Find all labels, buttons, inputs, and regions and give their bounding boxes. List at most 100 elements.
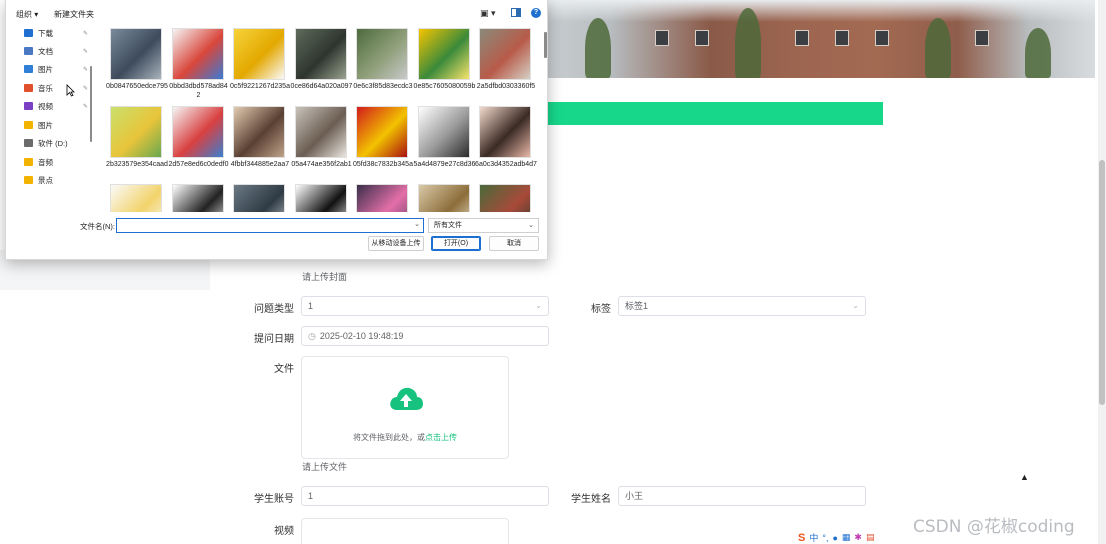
student-name-input[interactable]: 小王 bbox=[618, 486, 866, 506]
chevron-down-icon[interactable]: ⌄ bbox=[414, 220, 420, 228]
file-tile[interactable]: 5a4d4879e27c8d36 bbox=[414, 104, 476, 180]
file-thumbnail bbox=[110, 28, 162, 80]
nav-item[interactable]: 软件 (D:) bbox=[24, 136, 90, 150]
file-tile[interactable]: 2b323579e354caad bbox=[106, 104, 168, 180]
file-thumbnail bbox=[171, 184, 224, 212]
page: 请上传封面 问题类型 1 ⌄ 标签 标签1 ⌄ 提问日期 ◷ 2025-02-10… bbox=[0, 0, 1106, 544]
grid-scrollbar[interactable] bbox=[544, 32, 547, 58]
filename-input[interactable]: ⌄ bbox=[116, 218, 424, 233]
file-tile[interactable]: 6a0c3d4352adb4d7 bbox=[475, 104, 537, 180]
file-tile[interactable]: 4fbbf344885e2aa7 bbox=[229, 104, 291, 180]
file-tile[interactable] bbox=[229, 182, 291, 212]
file-name: 0e85c7605080059b bbox=[413, 83, 476, 90]
nav-item[interactable]: 文档 ✎ bbox=[24, 44, 90, 58]
tag-label: 标签 bbox=[591, 304, 611, 315]
file-thumbnail bbox=[233, 106, 285, 158]
view-options-button[interactable]: ▣ ▾ bbox=[480, 8, 496, 19]
nav-item-label: 文档 bbox=[38, 46, 53, 56]
file-name: 0c5f9221267d235a bbox=[230, 83, 290, 90]
file-tile[interactable]: 2d57e8ed6c0dedf0 bbox=[168, 104, 230, 180]
file-tile[interactable]: 0b0847650edce795 bbox=[106, 26, 168, 102]
file-thumbnail bbox=[479, 106, 531, 158]
nav-item[interactable]: 图片 bbox=[24, 118, 90, 132]
ime-skin-icon[interactable]: ✱ bbox=[854, 532, 862, 543]
file-tile[interactable]: 05fd38c7832b345a bbox=[352, 104, 414, 180]
nav-item-label: 音乐 bbox=[38, 83, 53, 93]
cancel-button[interactable]: 取消 bbox=[489, 236, 539, 251]
file-tile[interactable]: 0ce86d64a020a097 bbox=[291, 26, 353, 102]
file-tile[interactable]: 2a5dfbd0303360f5 bbox=[475, 26, 537, 102]
question-type-value: 1 bbox=[308, 301, 314, 311]
nav-item[interactable]: 音频 bbox=[24, 155, 90, 169]
nav-item[interactable]: 视频 ✎ bbox=[24, 99, 90, 113]
nav-scrollbar[interactable] bbox=[90, 66, 92, 142]
nav-item-label: 视频 bbox=[38, 101, 53, 111]
file-name: 5a4d4879e27c8d36 bbox=[413, 161, 476, 168]
file-name: 0bbd3dbd578ad842 bbox=[169, 83, 228, 99]
nav-item[interactable]: 景点 bbox=[24, 173, 90, 187]
ime-language[interactable]: 中 bbox=[809, 531, 818, 544]
upload-instructions: 将文件拖到此处，或点击上传 bbox=[353, 433, 457, 442]
student-account-label: 学生账号 bbox=[254, 494, 294, 505]
file-tile[interactable]: 05a474ae356f2ab1 bbox=[291, 104, 353, 180]
chevron-down-icon: ⌄ bbox=[535, 301, 542, 310]
upload-from-mobile-button[interactable]: 从移动设备上传 bbox=[368, 236, 424, 251]
file-tile[interactable] bbox=[475, 182, 537, 212]
file-type-value: 所有文件 bbox=[434, 222, 462, 229]
file-tile[interactable] bbox=[352, 182, 414, 212]
file-tile[interactable]: 0e6c3f85d83ecdc3 bbox=[352, 26, 414, 102]
ime-toolbar[interactable]: S 中 °, ● ▦ ✱ ▤ bbox=[798, 531, 916, 544]
file-thumbnail bbox=[233, 28, 285, 80]
file-tile[interactable] bbox=[414, 182, 476, 212]
ime-logo-icon[interactable]: S bbox=[798, 532, 805, 544]
scrollbar-thumb[interactable] bbox=[1099, 160, 1105, 405]
file-tile[interactable]: 0e85c7605080059b bbox=[414, 26, 476, 102]
file-thumbnail bbox=[356, 184, 408, 212]
file-thumbnail bbox=[294, 184, 347, 212]
file-thumbnail bbox=[233, 184, 285, 212]
file-name: 2d57e8ed6c0dedf0 bbox=[168, 161, 229, 168]
file-upload-dropzone[interactable]: 将文件拖到此处，或点击上传 bbox=[301, 356, 509, 459]
organize-menu[interactable]: 组织 ▾ bbox=[16, 9, 38, 20]
video-icon bbox=[24, 102, 33, 110]
help-icon[interactable]: ? bbox=[531, 8, 541, 18]
preview-pane-icon[interactable] bbox=[511, 8, 521, 17]
download-icon bbox=[24, 29, 33, 37]
pin-icon: ✎ bbox=[82, 66, 88, 73]
file-open-dialog: 组织 ▾ 新建文件夹 ▣ ▾ ? 下载 ✎ 文档 ✎ 图片 ✎ 音乐 ✎ 视频 ✎ 图片 软件 (D:… bbox=[5, 0, 548, 260]
tag-select[interactable]: 标签1 ⌄ bbox=[618, 296, 866, 316]
file-thumbnail bbox=[356, 106, 408, 158]
file-name: 05fd38c7832b345a bbox=[353, 161, 413, 168]
dialog-toolbar: 组织 ▾ 新建文件夹 ▣ ▾ ? bbox=[6, 0, 547, 26]
new-folder-button[interactable]: 新建文件夹 bbox=[54, 9, 94, 20]
file-tile[interactable] bbox=[106, 182, 168, 212]
open-button[interactable]: 打开(O) bbox=[431, 236, 481, 251]
student-account-input[interactable]: 1 bbox=[301, 486, 549, 506]
ime-keyboard-icon[interactable]: ▦ bbox=[842, 532, 851, 543]
file-tile[interactable]: 0bbd3dbd578ad842 bbox=[168, 26, 230, 102]
file-type-select[interactable]: 所有文件 ⌄ bbox=[428, 218, 539, 233]
video-upload-dropzone[interactable] bbox=[301, 518, 509, 544]
video-label: 视频 bbox=[274, 526, 294, 537]
ime-mic-icon[interactable]: ● bbox=[832, 533, 837, 543]
file-tile[interactable] bbox=[168, 182, 230, 212]
nav-item[interactable]: 图片 ✎ bbox=[24, 62, 90, 76]
file-tile[interactable]: 0c5f9221267d235a bbox=[229, 26, 291, 102]
student-name-value: 小王 bbox=[625, 491, 644, 501]
nav-item[interactable]: 下载 ✎ bbox=[24, 26, 90, 40]
back-to-top-icon[interactable]: ▲ bbox=[1020, 472, 1029, 482]
click-upload-link[interactable]: 点击上传 bbox=[425, 433, 457, 442]
file-tile[interactable] bbox=[291, 182, 353, 212]
filename-label: 文件名(N): bbox=[80, 222, 115, 231]
ime-punct-icon[interactable]: °, bbox=[822, 533, 828, 543]
file-name: 05a474ae356f2ab1 bbox=[291, 161, 352, 168]
question-date-picker[interactable]: ◷ 2025-02-10 19:48:19 bbox=[301, 326, 549, 346]
question-type-select[interactable]: 1 ⌄ bbox=[301, 296, 549, 316]
nav-item-label: 软件 (D:) bbox=[38, 138, 68, 148]
ime-tools-icon[interactable]: ▤ bbox=[866, 532, 875, 543]
watermark: CSDN @花椒coding bbox=[913, 517, 1075, 537]
file-thumbnail bbox=[171, 106, 224, 158]
nav-item[interactable]: 音乐 ✎ bbox=[24, 81, 90, 95]
page-scrollbar[interactable] bbox=[1098, 0, 1106, 544]
file-grid: 0b0847650edce795 0bbd3dbd578ad842 0c5f9221… bbox=[106, 26, 538, 212]
